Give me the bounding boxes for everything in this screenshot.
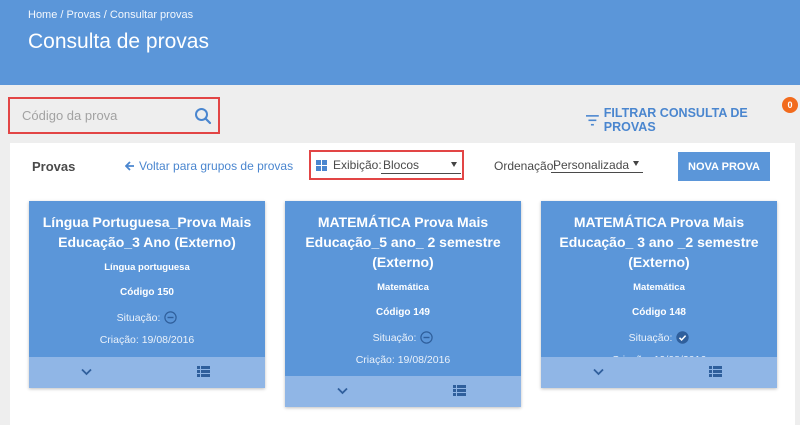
back-to-groups-link[interactable]: Voltar para grupos de provas [125,159,293,173]
list-icon[interactable] [709,366,722,377]
check-circle-icon [676,331,690,344]
card-footer [541,357,777,388]
display-mode-select[interactable]: Blocos [381,156,461,174]
filter-label: FILTRAR CONSULTA DE PROVAS [603,106,748,134]
card-status-label: Situação: [372,331,417,344]
card-status-label: Situação: [116,311,161,324]
exam-card[interactable]: MATEMÁTICA Prova Mais Educação_5 ano_ 2 … [285,201,521,407]
card-code: Código 148 [632,307,686,318]
exam-card[interactable]: MATEMÁTICA Prova Mais Educação_ 3 ano _2… [541,201,777,388]
card-title: MATEMÁTICA Prova Mais Educação_5 ano_ 2 … [305,214,501,270]
sort-label: Ordenação: [494,159,557,173]
sort-value: Personalizada [553,158,630,172]
card-code: Código 150 [120,287,174,298]
display-mode-label: Exibição: [333,158,382,172]
filter-button[interactable]: FILTRAR CONSULTA DE PROVAS [586,106,800,134]
exam-card[interactable]: Língua Portuguesa_Prova Mais Educação_3 … [29,201,265,388]
list-icon[interactable] [197,366,210,377]
card-subject: Matemática [633,282,685,293]
search-icon[interactable] [194,107,212,125]
minus-circle-icon [164,311,178,324]
search-box [8,97,220,134]
back-link-label: Voltar para grupos de provas [139,159,294,173]
chevron-down-icon[interactable] [81,368,92,376]
card-title: MATEMÁTICA Prova Mais Educação_ 3 ano _2… [559,214,759,270]
card-created: Criação: 19/08/2016 [355,354,451,366]
card-status: Situação: [541,331,777,344]
display-mode-box: Exibição: Blocos [309,150,464,180]
breadcrumb[interactable]: Home / Provas / Consultar provas [28,9,193,21]
minus-circle-icon [420,331,434,344]
card-subject: Matemática [377,282,429,293]
card-footer [29,357,265,388]
card-created: Criação: 19/08/2016 [99,334,195,346]
new-exam-button[interactable]: NOVA PROVA [678,152,770,181]
card-footer [285,376,521,407]
card-status-label: Situação: [628,331,673,344]
list-icon[interactable] [453,385,466,396]
arrow-left-icon [125,161,134,171]
page-header: Home / Provas / Consultar provas Consult… [0,0,800,85]
card-code: Código 149 [376,307,430,318]
card-subject: Língua portuguesa [104,262,190,273]
page-title: Consulta de provas [28,30,209,53]
filter-count-badge: 0 [782,97,798,113]
sort-select[interactable]: Personalizada [551,155,643,173]
caret-down-icon [451,162,457,167]
chevron-down-icon[interactable] [593,368,604,376]
chevron-down-icon[interactable] [337,387,348,395]
caret-down-icon [633,161,639,166]
card-status: Situação: [285,331,521,344]
display-mode-value: Blocos [383,158,420,172]
grid-icon [316,160,327,171]
card-title: Língua Portuguesa_Prova Mais Educação_3 … [42,214,252,250]
filter-icon [586,114,599,126]
search-input[interactable] [22,107,182,125]
panel-title: Provas [32,159,76,174]
card-status: Situação: [29,311,265,324]
